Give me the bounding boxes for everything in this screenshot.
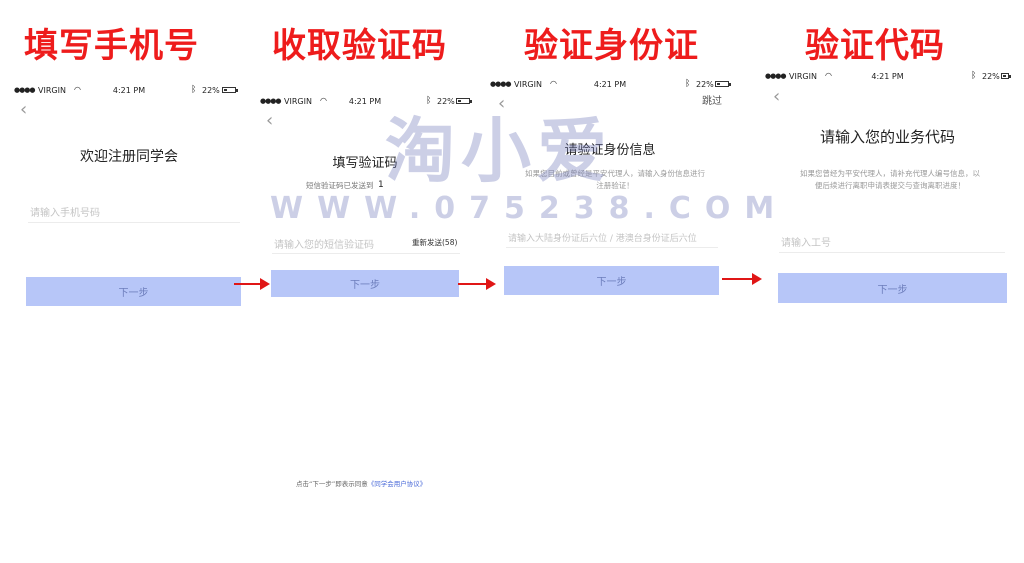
agreement-link[interactable]: 《同学会用户协议》 [368,480,427,488]
back-icon[interactable]: ‹ [773,88,780,106]
input-underline [779,252,1005,253]
battery-icon [1001,73,1011,79]
battery-percent: 22% [202,86,220,95]
id-number-input[interactable]: 请输入大陆身份证后六位 / 港澳台身份证后六位 [508,231,697,244]
phone-input[interactable]: 请输入手机号码 [30,204,100,219]
flow-arrow-2 [458,278,496,290]
back-icon[interactable]: ‹ [266,112,273,130]
agreement-note: 点击“下一步”即表示同意《同学会用户协议》 [296,478,426,488]
description-line-2: 注册验证！ [596,181,634,190]
battery-percent: 22% [982,72,1000,81]
screen-phone-number: ●●●● VIRGIN ◠ 4:21 PM ᛒ 22% ‹ 欢迎注册同学会 请输… [14,0,244,563]
employee-id-input[interactable]: 请输入工号 [781,234,831,249]
page-title: 请验证身份信息 [564,143,656,158]
bluetooth-icon: ᛒ [191,85,197,95]
next-button[interactable]: 下一步 [26,277,241,306]
resend-button[interactable]: 重新发送(58) [412,237,457,249]
back-icon[interactable]: ‹ [498,95,505,113]
input-underline [272,253,460,254]
battery-percent: 22% [437,97,455,106]
screen-business-code: ●●●● VIRGIN ◠ 4:21 PM ᛒ 22% ‹ 请输入您的业务代码 … [765,0,1011,563]
page-title: 填写验证码 [332,156,398,171]
battery-icon [222,87,238,93]
next-button[interactable]: 下一步 [271,270,459,297]
description-line-1: 如果您目前或曾经是平安代理人，请输入身份信息进行 [525,169,705,178]
battery-icon [456,98,472,104]
code-input[interactable]: 请输入您的短信验证码 [274,236,374,251]
clock: 4:21 PM [593,80,627,89]
bluetooth-icon: ᛒ [685,79,691,89]
bluetooth-icon: ᛒ [971,71,977,81]
battery-percent: 22% [696,80,714,89]
sent-phone-digit: 1 [378,180,384,190]
description-line-2: 便后续进行离职申请表提交与查询离职进度！ [815,181,965,190]
next-button[interactable]: 下一步 [504,266,719,295]
description-line-1: 如果您曾经为平安代理人，请补充代理人编号信息，以 [800,169,980,178]
bluetooth-icon: ᛒ [426,96,432,106]
status-bar: ●●●● VIRGIN ◠ 4:21 PM ᛒ 22% [260,95,472,109]
page-title: 欢迎注册同学会 [80,149,178,165]
input-underline [506,247,718,248]
next-button[interactable]: 下一步 [778,273,1007,303]
screen-verify-id: ●●●● VIRGIN ◠ 4:21 PM ᛒ 22% ‹ 跳过 请验证身份信息… [490,0,731,563]
status-bar: ●●●● VIRGIN ◠ 4:21 PM ᛒ 22% [490,78,731,92]
flow-arrow-3 [722,273,762,285]
page-title: 请输入您的业务代码 [819,128,955,146]
battery-icon [715,81,731,87]
back-icon[interactable]: ‹ [20,101,27,119]
status-bar: ●●●● VIRGIN ◠ 4:21 PM ᛒ 22% [765,70,1011,84]
input-underline [28,222,240,223]
flow-arrow-1 [234,278,270,290]
status-bar: ●●●● VIRGIN ◠ 4:21 PM ᛒ 22% [14,84,244,98]
agreement-prefix: 点击“下一步”即表示同意 [296,480,368,488]
sent-note: 短信验证码已发送到 [306,181,374,190]
skip-button[interactable]: 跳过 [702,96,722,108]
